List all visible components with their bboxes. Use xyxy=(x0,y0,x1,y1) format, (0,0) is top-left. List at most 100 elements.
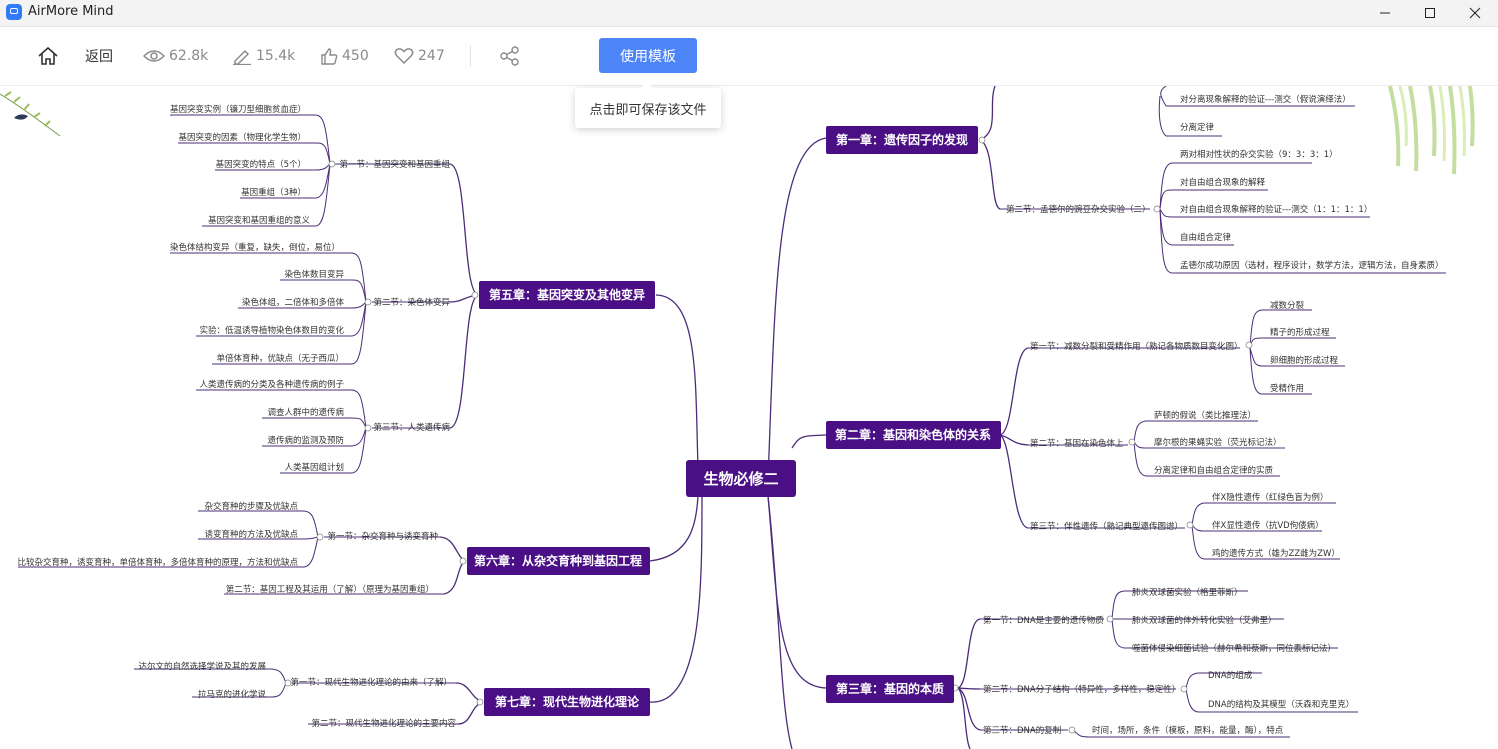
ch7-s1-leaf-1: 达尔文的自然选择学说及其的发展 xyxy=(138,661,266,672)
ch5-s1-leaf-5: 基因突变和基因重组的意义 xyxy=(208,215,311,226)
chapter-1-title: 第一章：遗传因子的发现 xyxy=(836,132,968,147)
ch5-s1-leaf-4: 基因重组（3种） xyxy=(241,187,306,198)
ch2-s1-toggle[interactable] xyxy=(1245,341,1253,349)
chapter-1-toggle[interactable] xyxy=(978,136,986,144)
ch5-s1-leaf-2: 基因突变的因素（物理化学生物） xyxy=(178,132,306,143)
ch5-s3-toggle[interactable] xyxy=(364,424,372,432)
mindmap-canvas[interactable]: 第一章：遗传因子的发现 对分离现象解释的验证---测交（假说演绎法） 分离定律 … xyxy=(0,86,1498,749)
ch1-s1-leaf-1: 对分离现象解释的验证---测交（假说演绎法） xyxy=(1180,94,1351,105)
ch2-s3-toggle[interactable] xyxy=(1186,521,1194,529)
ch3-s2-toggle[interactable] xyxy=(1180,685,1188,693)
ch1-s2: 第二节：孟德尔的豌豆杂交实验（二） xyxy=(1006,204,1151,215)
ch3-s1: 第一节：DNA是主要的遗传物质 xyxy=(983,615,1104,626)
ch5-s2-leaf-5: 单倍体育种，优缺点（无子西瓜） xyxy=(216,353,344,364)
root-branches xyxy=(649,137,827,749)
ch5-s1: 第一节：基因突变和基因重组 xyxy=(339,159,450,170)
ch5-s2-leaf-1: 染色体结构变异（重复，缺失，倒位，易位） xyxy=(170,242,340,253)
ch5-s2-toggle[interactable] xyxy=(364,298,372,306)
ch2-s3: 第三节：伴性遗传（熟记典型遗传图谱） xyxy=(1030,521,1183,532)
ch6-s1-leaf-1: 杂交育种的步骤及优缺点 xyxy=(204,501,298,512)
ch2-s2-leaf-2: 摩尔根的果蝇实验（荧光标记法） xyxy=(1154,437,1282,448)
ch5-s3-leaf-2: 调查人群中的遗传病 xyxy=(267,407,344,418)
ch3-s2-leaf-2: DNA的结构及其模型（沃森和克里克） xyxy=(1208,699,1354,710)
ch2-s2-leaf-1: 萨顿的假说（类比推理法） xyxy=(1154,410,1256,421)
back-label: 返回 xyxy=(85,49,113,65)
favorite-button[interactable]: 247 xyxy=(394,27,445,85)
chapter-6-title: 第六章：从杂交育种到基因工程 xyxy=(474,553,642,568)
ch2-s2-leaf-3: 分离定律和自由组合定律的实质 xyxy=(1154,465,1274,476)
app-logo-icon xyxy=(6,4,22,20)
ch5-s3-leaf-3: 遗传病的监测及预防 xyxy=(267,435,344,446)
close-icon xyxy=(1469,7,1481,19)
ch2-s3-leaf-3: 鸡的遗传方式（雄为ZZ雌为ZW） xyxy=(1212,548,1340,559)
ch5-s1-leaf-3: 基因突变的特点（5个） xyxy=(216,159,306,170)
toolbar-divider xyxy=(470,45,471,67)
ch5-s3-leaf-4: 人类基因组计划 xyxy=(284,462,344,473)
ch3-s2-leaf-1: DNA的组成 xyxy=(1208,670,1253,681)
chapter-5-title: 第五章：基因突变及其他变异 xyxy=(489,287,645,302)
chapter-7-title: 第七章：现代生物进化理论 xyxy=(495,694,640,709)
ch6-s1: 第一节：杂交育种与诱变育种 xyxy=(327,531,438,542)
ch3-s1-leaf-1: 肺炎双球菌实验（格里菲斯） xyxy=(1132,587,1243,598)
ch1-s2-leaf-2: 对自由组合现象的解释 xyxy=(1180,177,1266,188)
chapter-7-toggle[interactable] xyxy=(476,698,484,706)
minimize-icon xyxy=(1380,12,1390,14)
toolbar: 返回 62.8k 15.4k 450 247 使用模板 xyxy=(0,27,1498,86)
ch6-s1-leaf-3: 比较杂交育种，诱变育种，单倍体育种，多倍体育种的原理，方法和优缺点 xyxy=(17,557,298,568)
ch2-s1-leaf-3: 卵细胞的形成过程 xyxy=(1270,355,1339,366)
ch7-s1-leaf-2: 拉马克的进化学说 xyxy=(198,689,267,700)
edits-stat: 15.4k xyxy=(232,27,295,85)
chapter-5-toggle[interactable] xyxy=(471,291,479,299)
eye-icon xyxy=(143,50,165,62)
back-button[interactable]: 返回 xyxy=(85,27,113,85)
use-template-button[interactable]: 使用模板 xyxy=(599,38,697,73)
views-count: 62.8k xyxy=(169,48,209,64)
maximize-button[interactable] xyxy=(1407,0,1453,26)
ch2-s1-leaf-2: 精子的形成过程 xyxy=(1270,327,1330,338)
chapter-6-toggle[interactable] xyxy=(459,557,467,565)
chapter-2-title: 第二章：基因和染色体的关系 xyxy=(835,427,991,442)
ch5-s3-leaf-1: 人类遗传病的分类及各种遗传病的例子 xyxy=(199,379,344,390)
ch3-s1-leaf-2: 肺炎双球菌的体外转化实验（艾弗里） xyxy=(1132,615,1277,626)
pencil-icon xyxy=(233,49,251,65)
ch7-s1: 第一节：现代生物进化理论的由来（了解） xyxy=(290,677,452,688)
home-button[interactable] xyxy=(37,27,59,85)
favorites-count: 247 xyxy=(418,48,445,64)
ch2-s3-leaf-1: 伴X隐性遗传（红绿色盲为例） xyxy=(1212,492,1328,503)
ch5-s2-leaf-4: 实验：低温诱导植物染色体数目的变化 xyxy=(199,325,344,336)
ch2-s1-leaf-1: 减数分裂 xyxy=(1270,300,1305,311)
ch5-s2: 第二节：染色体变异 xyxy=(373,297,450,308)
root-title: 生物必修二 xyxy=(703,470,778,488)
title-bar: AirMore Mind xyxy=(0,0,1498,27)
ch2-s2: 第二节：基因在染色体上 xyxy=(1030,438,1124,449)
ch6-s1-toggle[interactable] xyxy=(316,533,324,541)
ch2-s2-toggle[interactable] xyxy=(1128,438,1136,446)
ch5-s2-leaf-2: 染色体数目变异 xyxy=(284,269,344,280)
like-button[interactable]: 450 xyxy=(320,27,369,85)
views-stat: 62.8k xyxy=(143,27,208,85)
share-button[interactable] xyxy=(499,27,521,85)
ch1-s2-toggle[interactable] xyxy=(1153,205,1161,213)
ch3-s3-leaf-1: 时间，场所，条件（模板，原料，能量，酶），特点 xyxy=(1092,725,1284,736)
ch3-s2: 第二节：DNA分子结构（特异性，多样性，稳定性） xyxy=(983,684,1180,695)
ch5-s1-leaf-1: 基因突变实例（镰刀型细胞贫血症） xyxy=(170,104,306,115)
likes-count: 450 xyxy=(342,48,369,64)
close-button[interactable] xyxy=(1452,0,1498,26)
ch3-s1-toggle[interactable] xyxy=(1106,615,1114,623)
ch3-s1-leaf-3: 噬菌体侵染细菌试验（赫尔希和蔡斯，同位素标记法） xyxy=(1132,643,1336,654)
ch1-s2-leaf-4: 自由组合定律 xyxy=(1180,232,1232,243)
ch5-s3: 第三节：人类遗传病 xyxy=(373,422,450,433)
ch3-s3: 第三节：DNA的复制 xyxy=(983,725,1061,736)
ch7-s2: 第二节：现代生物进化理论的主要内容 xyxy=(311,718,456,729)
app-title: AirMore Mind xyxy=(28,4,114,19)
ch5-s1-toggle[interactable] xyxy=(328,160,336,168)
ch3-s3-toggle[interactable] xyxy=(1068,726,1076,734)
ch1-s1-leaf-2: 分离定律 xyxy=(1180,122,1215,133)
thumbs-up-icon xyxy=(321,48,338,65)
heart-icon xyxy=(394,48,414,65)
edits-count: 15.4k xyxy=(256,48,296,64)
save-tooltip: 点击即可保存该文件 xyxy=(575,82,721,128)
ch1-s2-leaf-1: 两对相对性状的杂交实验（9：3：3：1） xyxy=(1180,149,1338,160)
minimize-button[interactable] xyxy=(1362,0,1408,26)
share-icon xyxy=(500,46,519,66)
